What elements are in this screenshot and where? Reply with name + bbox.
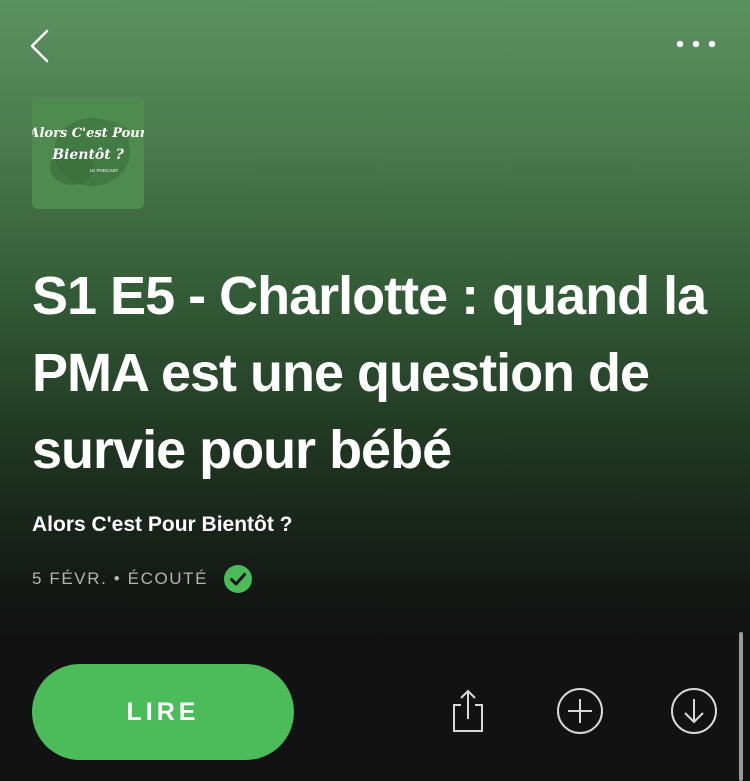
share-button[interactable] [444, 686, 492, 736]
add-to-library-button[interactable] [556, 686, 604, 736]
more-options-button[interactable] [668, 26, 724, 62]
top-bar [0, 0, 750, 90]
ellipsis-icon [676, 40, 716, 48]
chevron-left-icon [30, 29, 49, 63]
check-circle-icon [224, 565, 253, 593]
back-button[interactable] [20, 26, 60, 66]
add-circle-icon [557, 688, 603, 734]
episode-title: S1 E5 - Charlotte : quand la PMA est une… [32, 266, 707, 480]
download-icon [671, 688, 717, 734]
cover-title-line1: Alors C'est Pour [32, 126, 144, 141]
podcast-cover-art[interactable]: Alors C'est Pour Bientôt ? LE PODCAST [32, 97, 144, 209]
episode-meta: 5 FÉVR. • ÉCOUTÉ [32, 564, 253, 594]
share-icon [453, 689, 483, 732]
show-name-link[interactable]: Alors C'est Pour Bientôt ? [32, 513, 293, 537]
episode-date-status: 5 FÉVR. • ÉCOUTÉ [32, 569, 209, 588]
cover-title-line2: Bientôt ? [51, 147, 124, 163]
scrollbar[interactable] [739, 632, 743, 781]
cover-artwork: Alors C'est Pour Bientôt ? LE PODCAST [32, 97, 144, 209]
play-button[interactable]: LIRE [32, 664, 294, 760]
download-button[interactable] [670, 686, 718, 736]
cover-subtitle: LE PODCAST [90, 168, 119, 173]
